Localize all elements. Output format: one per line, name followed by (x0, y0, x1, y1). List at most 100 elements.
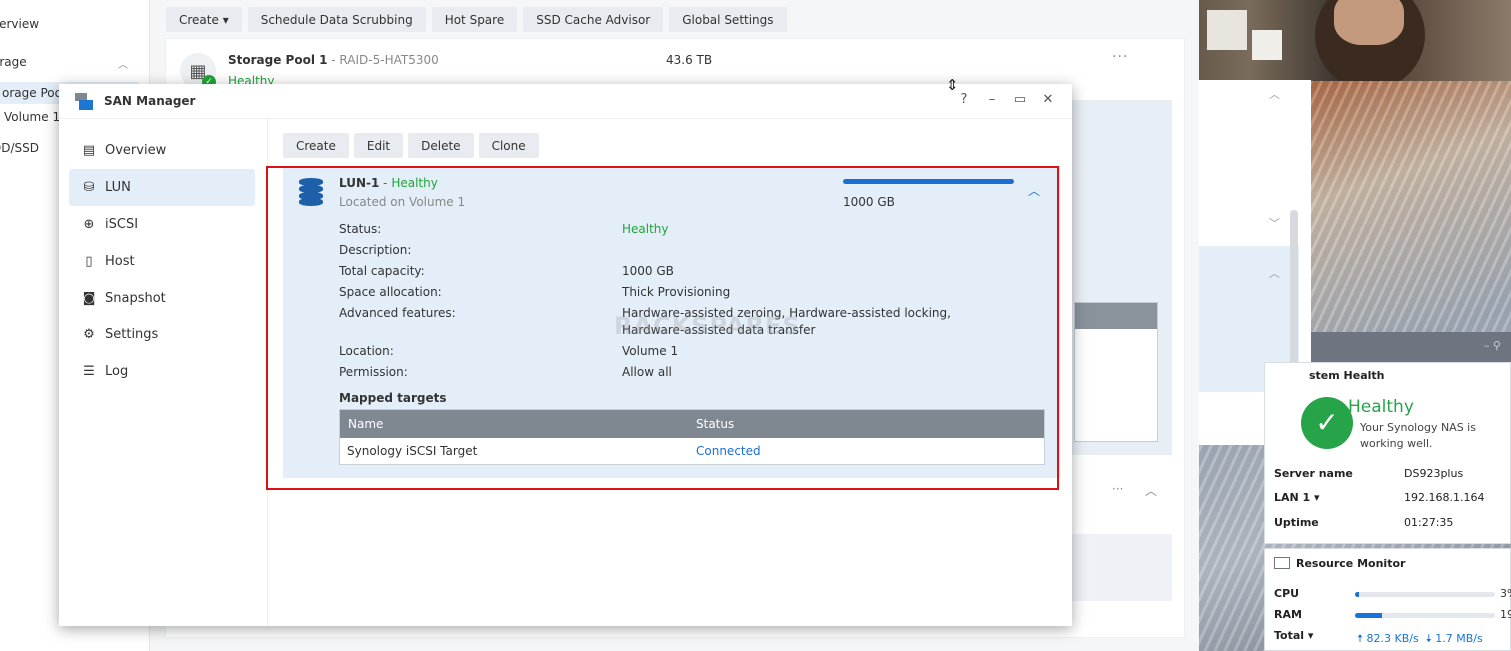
widget-header-bar: – ⚲ (1311, 332, 1511, 362)
chevron-up-icon[interactable]: ︿ (1269, 86, 1280, 102)
minimize-icon[interactable]: – (984, 92, 1000, 107)
gear-icon: ⚙ (83, 327, 95, 342)
resize-cursor-icon: ⇕ (946, 76, 959, 94)
health-row-key: Uptime (1274, 516, 1319, 529)
storage-pool-title: Storage Pool 1 - RAID-5-HAT5300 (228, 53, 439, 67)
window-titlebar[interactable]: SAN Manager ? – ▭ ✕ (59, 84, 1072, 119)
lun-separator: - (379, 176, 392, 190)
detail-value-advanced-features: Hardware-assisted zeroing, Hardware-assi… (622, 306, 951, 337)
sidebar-item-hdd-ssd[interactable]: DD/SSD (0, 141, 39, 155)
health-row-value: 01:27:35 (1404, 516, 1454, 529)
system-health-widget: stem Health ✓ Healthy Your Synology NAS … (1264, 362, 1511, 544)
window-title: SAN Manager (104, 94, 196, 108)
sidebar-item-overview[interactable]: ▤ Overview (69, 132, 255, 169)
storage-pool-size: 43.6 TB (666, 53, 713, 67)
database-icon (299, 178, 323, 206)
health-row[interactable]: LAN 1 ▾ 192.168.1.164 (1274, 491, 1484, 504)
ram-bar-fill (1355, 613, 1382, 618)
ssd-cache-advisor-button[interactable]: SSD Cache Advisor (523, 7, 664, 32)
global-settings-button[interactable]: Global Settings (669, 7, 787, 32)
chevron-down-icon[interactable]: ﹀ (1269, 215, 1280, 231)
widget-title: Resource Monitor (1274, 557, 1405, 570)
upload-arrow-icon: 🠅 (1357, 632, 1364, 645)
sidebar-item-label: iSCSI (105, 217, 139, 232)
widget-controls-icon[interactable]: – ⚲ (1484, 339, 1501, 352)
create-dropdown-button[interactable]: Create ▾ (166, 7, 242, 32)
lun-health: Healthy (391, 176, 438, 190)
lun-size: 1000 GB (843, 195, 895, 209)
cpu-percent: 3% (1500, 587, 1511, 600)
table-row[interactable]: Synology iSCSI Target Connected (340, 438, 1044, 465)
detail-label: Space allocation: (339, 285, 442, 299)
lun-name: LUN-1 (339, 176, 380, 190)
lun-toolbar: Create Edit Delete Clone (283, 133, 539, 158)
upload-rate: 82.3 KB/s (1366, 632, 1419, 645)
widget-title: stem Health (1309, 369, 1385, 382)
resource-monitor-widget: Resource Monitor CPU 3% RAM 19 Total ▾ 🠅… (1264, 548, 1511, 651)
lun-title: LUN-1 - Healthy (339, 176, 438, 190)
cpu-label: CPU (1274, 587, 1300, 600)
sidebar-item-storage[interactable]: orage (0, 55, 27, 69)
sidebar-item-snapshot[interactable]: ◙ Snapshot (69, 280, 255, 317)
camera-icon: ◙ (82, 291, 96, 306)
download-rate: 1.7 MB/s (1435, 632, 1483, 645)
chevron-up-icon[interactable]: ︿ (1145, 482, 1157, 499)
chevron-up-icon[interactable]: ︿ (1028, 182, 1040, 199)
health-row-value: DS923plus (1404, 467, 1464, 480)
san-manager-app-icon (75, 93, 93, 110)
ram-percent: 19 (1500, 608, 1511, 621)
database-icon: ⛁ (83, 180, 95, 195)
health-description: Your Synology NAS is working well. (1360, 421, 1476, 450)
lun-usage-fill (843, 179, 1014, 184)
maximize-icon[interactable]: ▭ (1012, 92, 1028, 107)
detail-label: Advanced features: (339, 306, 456, 320)
column-header-name[interactable]: Name (348, 417, 383, 431)
health-row-key[interactable]: LAN 1 ▾ (1274, 491, 1404, 504)
mapped-targets-table: Name Status Synology iSCSI Target Connec… (339, 409, 1045, 465)
close-icon[interactable]: ✕ (1040, 92, 1056, 107)
total-dropdown[interactable]: Total ▾ (1274, 629, 1313, 642)
overview-icon: ▤ (82, 143, 96, 158)
detail-label: Description: (339, 243, 412, 257)
sidebar-item-log[interactable]: ☰ Log (69, 353, 255, 390)
cpu-bar (1355, 592, 1495, 597)
detail-label: Location: (339, 344, 394, 358)
sidebar-item-lun[interactable]: ⛁ LUN (69, 169, 255, 206)
san-manager-window: SAN Manager ? – ▭ ✕ ▤ Overview ⛁ LUN ⊕ iSCS… (59, 84, 1072, 626)
volume-table-header (1075, 303, 1157, 329)
health-row-value: 192.168.1.164 (1404, 491, 1485, 504)
shelf-box (1207, 10, 1247, 50)
lun-card[interactable]: LUN-1 - Healthy Located on Volume 1 1000… (283, 166, 1060, 478)
column-header-status[interactable]: Status (696, 417, 734, 431)
help-icon[interactable]: ? (956, 92, 972, 107)
sidebar-item-host[interactable]: ▯ Host (69, 243, 255, 280)
health-status: Healthy (1348, 397, 1414, 417)
detail-value-allocation: Thick Provisioning (622, 285, 731, 299)
sidebar-item-label: LUN (105, 180, 131, 195)
sidebar-item-volume[interactable]: Volume 1 (4, 110, 60, 124)
health-row: Uptime 01:27:35 (1274, 516, 1453, 529)
detail-value-location: Volume 1 (622, 344, 679, 358)
sidebar-item-settings[interactable]: ⚙ Settings (69, 316, 255, 353)
more-options-icon[interactable]: ··· (1112, 49, 1128, 65)
health-row: Server name DS923plus (1274, 467, 1463, 480)
detail-value-permission: Allow all (622, 365, 672, 379)
sidebar-item-overview[interactable]: verview (0, 17, 39, 31)
hot-spare-button[interactable]: Hot Spare (431, 7, 518, 32)
schedule-scrubbing-button[interactable]: Schedule Data Scrubbing (247, 7, 426, 32)
sidebar-item-iscsi[interactable]: ⊕ iSCSI (69, 206, 255, 243)
san-sidebar: ▤ Overview ⛁ LUN ⊕ iSCSI ▯ Host ◙ Snapshot ⚙ S… (59, 119, 268, 626)
globe-icon: ⊕ (83, 217, 95, 232)
chevron-up-icon[interactable]: ︿ (1269, 265, 1280, 281)
clone-button[interactable]: Clone (478, 133, 539, 158)
more-options-icon[interactable]: ··· (1112, 482, 1123, 496)
san-main: Create Edit Delete Clone LUN-1 - Healthy… (269, 119, 1072, 626)
lun-usage-bar (843, 179, 1014, 184)
delete-button[interactable]: Delete (408, 133, 474, 158)
storage-toolbar: Create ▾ Schedule Data Scrubbing Hot Spa… (166, 7, 787, 32)
target-status[interactable]: Connected (696, 444, 761, 458)
create-button[interactable]: Create (283, 133, 349, 158)
detail-label: Total capacity: (339, 264, 425, 278)
edit-button[interactable]: Edit (353, 133, 404, 158)
chevron-up-icon[interactable]: ︿ (118, 56, 128, 71)
